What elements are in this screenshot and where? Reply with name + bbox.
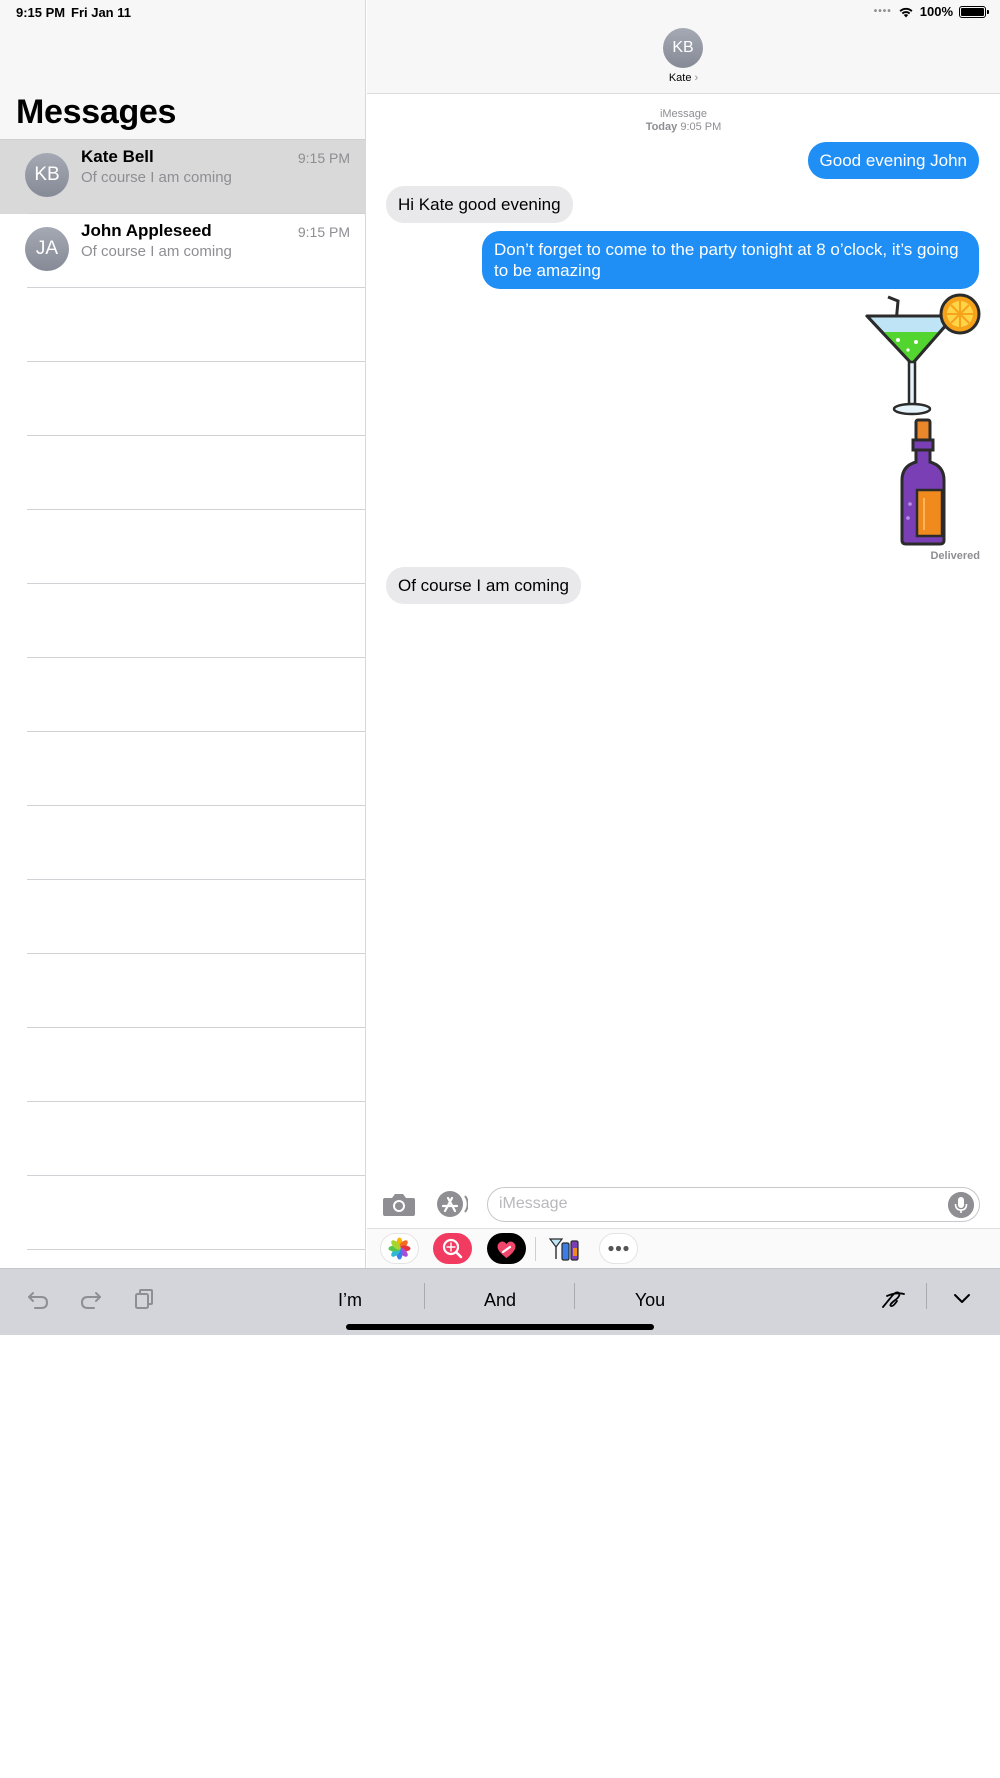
app-strip-divider: [535, 1237, 536, 1261]
camera-icon[interactable]: [382, 1191, 416, 1217]
empty-row: [0, 436, 365, 510]
suggestion-2[interactable]: And: [425, 1290, 575, 1311]
battery-icon: [959, 5, 989, 18]
conversation-item-kate-bell[interactable]: KB Kate Bell Of course I am coming 9:15 …: [0, 140, 365, 214]
message-bubble-incoming[interactable]: Of course I am coming: [386, 567, 582, 604]
conversation-time: 9:15 PM: [297, 224, 350, 240]
cocktail-and-bottle-sticker[interactable]: [862, 292, 982, 547]
microphone-icon[interactable]: [948, 1192, 974, 1218]
empty-row: [0, 954, 365, 1028]
message-bubble-outgoing[interactable]: Good evening John: [807, 142, 979, 179]
empty-row: [0, 1028, 365, 1102]
stickers-app-icon[interactable]: [544, 1233, 583, 1264]
battery-percent: 100%: [919, 4, 953, 19]
status-date: Fri Jan 11: [71, 5, 131, 20]
handwriting-icon[interactable]: [878, 1287, 908, 1311]
digital-touch-app-icon[interactable]: [487, 1233, 526, 1264]
status-time: 9:15 PM: [16, 5, 66, 20]
suggestion-3[interactable]: You: [575, 1290, 725, 1311]
message-bubble-incoming[interactable]: Hi Kate good evening: [386, 186, 573, 223]
empty-row: [0, 584, 365, 658]
conversation-name: Kate Bell: [81, 147, 154, 166]
empty-row: [0, 880, 365, 954]
date-prefix: Today: [645, 121, 678, 133]
conversation-time: 9:15 PM: [297, 150, 350, 166]
toolbar-divider: [926, 1283, 927, 1309]
contact-name-button[interactable]: Kate ›: [367, 72, 1000, 84]
signal-icon: ••••: [873, 6, 892, 17]
delivered-status: Delivered: [930, 550, 980, 562]
redo-icon[interactable]: [79, 1287, 103, 1311]
conversation-item-john-appleseed[interactable]: JA John Appleseed Of course I am coming …: [0, 214, 365, 288]
paste-icon[interactable]: [132, 1287, 156, 1311]
status-right: •••• 100%: [873, 4, 989, 19]
undo-icon[interactable]: [26, 1287, 50, 1311]
avatar: JA: [25, 227, 69, 271]
conversation-list: KB Kate Bell Of course I am coming 9:15 …: [0, 140, 365, 1250]
empty-row: [0, 510, 365, 584]
message-bubble-outgoing[interactable]: Don’t forget to come to the party tonigh…: [482, 231, 979, 289]
conversation-name: John Appleseed: [81, 221, 212, 240]
suggestion-1[interactable]: I’m: [275, 1290, 425, 1311]
more-apps-icon[interactable]: [599, 1233, 638, 1264]
photos-app-icon[interactable]: [380, 1233, 419, 1264]
page-title: Messages: [16, 93, 177, 131]
empty-row: [0, 362, 365, 436]
chevron-down-icon[interactable]: [950, 1287, 974, 1311]
conversation-preview: Of course I am coming: [81, 243, 232, 260]
empty-row: [0, 1176, 365, 1250]
search-images-app-icon[interactable]: [433, 1233, 472, 1264]
timestamp: Today 9:05 PM: [367, 121, 1000, 134]
message-input-placeholder: iMessage: [499, 1195, 568, 1212]
contact-name: Kate: [668, 72, 692, 84]
contact-avatar[interactable]: KB: [663, 28, 703, 68]
empty-row: [0, 732, 365, 806]
empty-row: [0, 288, 365, 362]
avatar: KB: [25, 153, 69, 197]
chat-pane: KB Kate › iMessage Today 9:05 PM Good ev…: [367, 0, 1000, 1268]
date-time: 9:05 PM: [680, 121, 722, 133]
imessage-app-strip: [367, 1228, 1000, 1268]
empty-row: [0, 1102, 365, 1176]
status-bar: 9:15 PM Fri Jan 11 •••• 100%: [0, 0, 1000, 24]
chevron-right-icon: ›: [694, 72, 699, 84]
service-label: iMessage: [659, 108, 708, 120]
conversation-sidebar: Messages KB Kate Bell Of course I am com…: [0, 0, 366, 1268]
app-store-icon[interactable]: [434, 1190, 468, 1218]
empty-row: [0, 658, 365, 732]
message-input[interactable]: iMessage: [487, 1187, 980, 1222]
keyboard-shortcut-bar: I’m And You: [0, 1268, 1000, 1335]
wifi-icon: [899, 7, 913, 17]
empty-row: [0, 806, 365, 880]
home-indicator[interactable]: [346, 1324, 654, 1330]
conversation-preview: Of course I am coming: [81, 169, 232, 186]
conversation-meta: iMessage Today 9:05 PM: [367, 108, 1000, 134]
message-composer: iMessage: [367, 1180, 1000, 1228]
